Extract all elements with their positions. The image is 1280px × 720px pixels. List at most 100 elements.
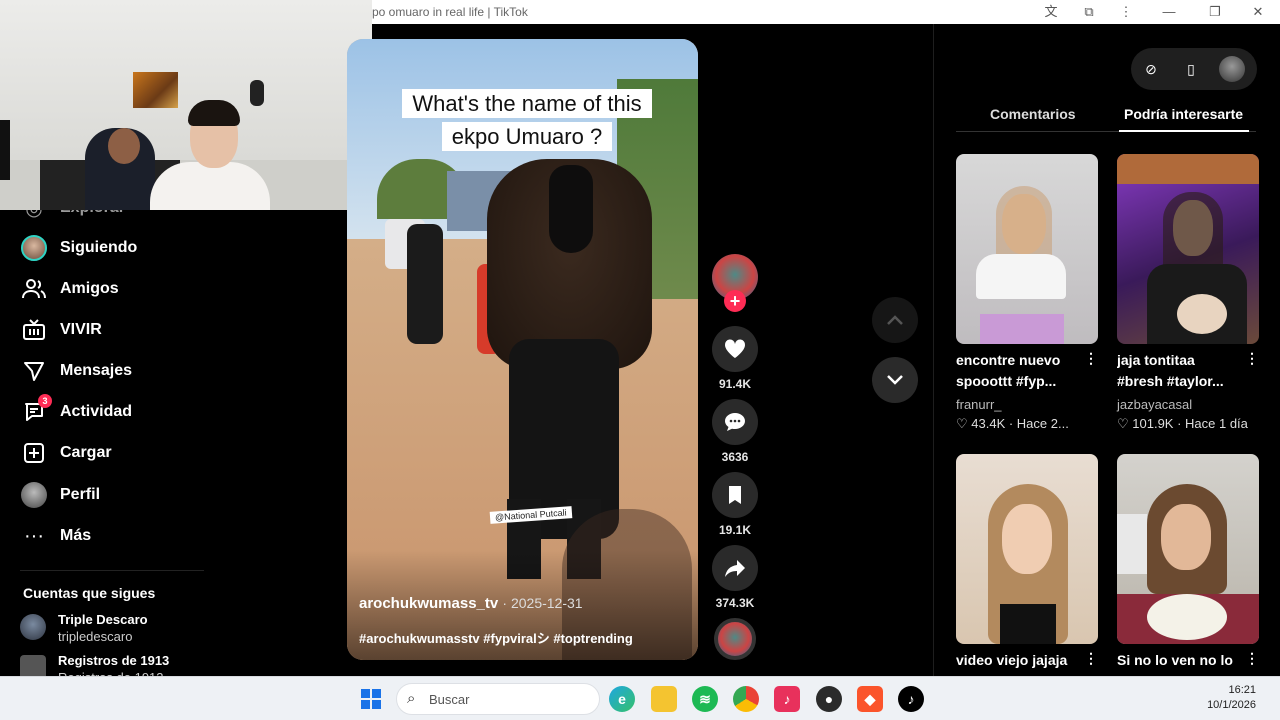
wall-mask: [250, 80, 264, 106]
comment-count: 3636: [721, 450, 749, 464]
account-handle: tripledescaro: [58, 629, 133, 644]
nav-label: VIVIR: [60, 321, 102, 338]
video-thumbnail[interactable]: [1117, 154, 1259, 344]
translate-icon[interactable]: 文: [1042, 3, 1060, 21]
nav-item-friends[interactable]: Amigos: [20, 275, 119, 303]
taskbar-search[interactable]: ⌕ Buscar: [396, 683, 600, 715]
video-hashtags[interactable]: #arochukwumasstv #fypviralシ #toptrending: [359, 628, 633, 647]
following-account-item[interactable]: Triple Descaro tripledescaro: [20, 612, 220, 646]
tiktok-browser-icon[interactable]: ♪: [898, 686, 924, 712]
video-date: 2025-12-31: [510, 595, 583, 611]
extensions-icon[interactable]: ⧉: [1080, 3, 1098, 21]
tab-recommended[interactable]: Podría interesarte: [1124, 106, 1243, 122]
account-name: Triple Descaro: [58, 612, 148, 627]
nav-item-live[interactable]: VIVIR: [20, 316, 102, 344]
card-title: Si no lo ven no lo: [1117, 652, 1233, 668]
close-icon[interactable]: ✕: [1249, 3, 1267, 21]
chevron-up-icon: [887, 315, 903, 325]
edge-icon[interactable]: e: [609, 686, 635, 712]
follow-plus-button[interactable]: +: [724, 290, 746, 312]
nav-item-following[interactable]: Siguiendo: [20, 234, 137, 262]
live-tv-icon: [20, 316, 48, 344]
video-thumbnail[interactable]: [1117, 454, 1259, 644]
following-avatar-icon: [21, 235, 47, 261]
spotify-icon[interactable]: ≋: [692, 686, 718, 712]
video-thumbnail[interactable]: [956, 154, 1098, 344]
tiktok-app-icon[interactable]: ♪: [774, 686, 800, 712]
browser-menu-icon[interactable]: ⋮: [1117, 3, 1135, 21]
nav-item-profile[interactable]: Perfil: [20, 481, 100, 509]
more-options-icon[interactable]: ⋮: [1245, 650, 1259, 667]
active-tab-indicator: [1119, 130, 1249, 132]
streamer-right: [150, 162, 270, 210]
card-stats: ♡ 43.4K · Hace 2...: [956, 416, 1069, 431]
panel-tabs: Comentarios Podría interesarte: [956, 100, 1256, 132]
card-title: encontre nuevo spooottt #fyp...: [956, 352, 1061, 389]
heart-icon: [724, 339, 746, 358]
card-stats: ♡ 101.9K · Hace 1 día: [1117, 416, 1248, 431]
following-section-title: Cuentas que sigues: [23, 585, 156, 601]
nav-label: Perfil: [60, 486, 101, 503]
video-player[interactable]: What's the name of this ekpo Umuaro ? @N…: [347, 39, 698, 660]
activity-badge: 3: [38, 394, 52, 408]
share-count: 374.3K: [715, 596, 755, 610]
nav-label: Más: [60, 527, 92, 544]
card-username[interactable]: jazbayacasal: [1117, 397, 1192, 412]
nav-label: Mensajes: [60, 362, 133, 379]
save-count: 19.1K: [718, 523, 752, 537]
share-button[interactable]: [712, 545, 758, 591]
search-placeholder: Buscar: [429, 692, 470, 707]
webcam-overlay: [0, 0, 372, 210]
video-thumbnail[interactable]: [956, 454, 1098, 644]
nav-item-more[interactable]: ··· Más: [20, 522, 91, 550]
minimize-icon[interactable]: —: [1160, 3, 1178, 21]
nav-label: Siguiendo: [60, 239, 138, 256]
clock-date: 10/1/2026: [1207, 699, 1256, 711]
tab-comments[interactable]: Comentarios: [990, 106, 1076, 122]
more-options-icon[interactable]: ⋮: [1084, 350, 1098, 367]
card-title: jaja tontitaa #bresh #taylor...: [1117, 352, 1224, 389]
like-button[interactable]: [712, 326, 758, 372]
share-arrow-icon: [725, 560, 745, 577]
screen: po omuaro in real life | TikTok 文 ⧉ ⋮ — …: [0, 0, 1280, 720]
video-author[interactable]: arochukwumass_tv · 2025-12-31: [359, 595, 583, 612]
next-video-button[interactable]: [872, 357, 918, 403]
card-title: video viejo jajaja: [956, 652, 1068, 668]
friends-icon: [20, 275, 48, 303]
chevron-down-icon: [887, 375, 903, 385]
nav-item-upload[interactable]: Cargar: [20, 439, 112, 467]
search-icon: ⌕: [407, 690, 416, 707]
comment-icon: [725, 413, 745, 431]
more-options-icon[interactable]: ⋮: [1084, 650, 1098, 667]
restore-icon[interactable]: ❐: [1206, 3, 1224, 21]
windows-start-icon[interactable]: [358, 686, 384, 712]
caption-text: What's the name of this ekpo Umuaro ?: [402, 89, 652, 151]
video-caption-overlay: What's the name of this ekpo Umuaro ?: [387, 87, 667, 153]
nav-item-activity[interactable]: 3 Actividad: [20, 394, 133, 426]
nav-label: Cargar: [60, 444, 112, 461]
previous-video-button[interactable]: [872, 297, 918, 343]
compass-icon[interactable]: ⊘: [1131, 48, 1171, 90]
more-options-icon[interactable]: ⋮: [1245, 350, 1259, 367]
account-avatar: [20, 614, 46, 640]
file-explorer-icon[interactable]: [651, 686, 677, 712]
save-button[interactable]: [712, 472, 758, 518]
obs-icon[interactable]: ●: [816, 686, 842, 712]
brave-icon[interactable]: ◆: [857, 686, 883, 712]
wall-painting: [133, 72, 178, 108]
like-count: 91.4K: [718, 377, 752, 391]
nav-label: Actividad: [60, 403, 133, 420]
music-disc[interactable]: [714, 618, 756, 660]
more-dots-icon: ···: [24, 524, 44, 547]
phone-icon[interactable]: ▯: [1171, 48, 1211, 90]
activity-icon: 3: [20, 394, 52, 426]
comment-button[interactable]: [712, 399, 758, 445]
chrome-icon[interactable]: [733, 686, 759, 712]
window-title: po omuaro in real life | TikTok: [372, 5, 528, 19]
nav-label: Amigos: [60, 280, 119, 297]
card-username[interactable]: franurr_: [956, 397, 1002, 412]
nav-item-messages[interactable]: Mensajes: [20, 357, 132, 385]
user-avatar[interactable]: [1219, 56, 1245, 82]
author-name[interactable]: arochukwumass_tv: [359, 595, 498, 612]
system-clock[interactable]: 16:21 10/1/2026: [1207, 683, 1256, 713]
